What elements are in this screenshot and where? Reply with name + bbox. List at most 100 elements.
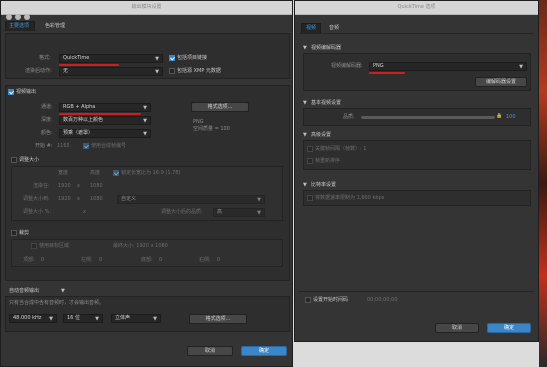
minimize-window-icon[interactable] xyxy=(15,14,21,20)
quality-value[interactable]: 100 xyxy=(506,114,516,121)
depth-select[interactable]: 数百万种以上颜色 ▼ xyxy=(59,116,151,125)
use-comp-frame-label: 使用合成帧编号 xyxy=(91,143,127,149)
qt-cancel-button[interactable]: 取消 xyxy=(435,323,479,333)
close-window-icon[interactable] xyxy=(6,14,12,20)
crop-top-label: 顶部: xyxy=(23,257,35,263)
final-size-label: 最终大小: 1920 x 1080 xyxy=(113,243,168,249)
start-frame-value: 1165 xyxy=(57,143,70,149)
annotation-underline xyxy=(369,72,405,74)
bitrate-limit-checkbox[interactable] xyxy=(307,195,313,201)
render-at-width: 1920 xyxy=(58,183,71,189)
format-select[interactable]: QuickTime ▼ xyxy=(59,54,163,63)
crop-left-value[interactable]: 0 xyxy=(99,257,102,264)
lock-ratio-checkbox[interactable] xyxy=(113,170,119,176)
quality-slider-fill xyxy=(361,116,495,119)
start-frame-label: 开始 #: xyxy=(35,143,53,149)
codec-info-name: PNG xyxy=(193,119,204,125)
audio-format-options-button[interactable]: 格式选项... xyxy=(189,314,247,324)
resize-to-height[interactable]: 1080 xyxy=(90,196,103,203)
codec-section-toggle-icon[interactable]: ▼ xyxy=(303,45,307,52)
channels-audio-select[interactable]: 立体声 ▼ xyxy=(111,314,161,323)
basic-section-toggle-icon[interactable]: ▼ xyxy=(303,100,307,107)
include-project-link-checkbox[interactable] xyxy=(169,55,175,61)
channels-select[interactable]: RGB + Alpha ▼ xyxy=(59,103,151,112)
color-label: 颜色: xyxy=(41,130,53,136)
video-output-label: 视频输出 xyxy=(16,89,37,95)
tab-video-label: 视频 xyxy=(306,25,317,31)
bitrate-limit-label: 将数据速率限制为 1,600 kbps xyxy=(315,195,385,201)
quicktime-titlebar: QuickTime 选项 xyxy=(295,1,538,15)
advanced-section-title: 高级设置 xyxy=(311,132,332,138)
dropdown-arrow-icon: ▼ xyxy=(155,56,159,62)
background-strip xyxy=(539,0,547,367)
video-output-checkbox[interactable] xyxy=(8,89,14,95)
annotation-underline xyxy=(59,113,141,115)
depth-label: 深度: xyxy=(41,117,53,123)
use-roi-checkbox[interactable] xyxy=(31,243,37,249)
codec-label: 视频编解码器: xyxy=(331,63,363,69)
resize-pct-label: 调整大小 %: xyxy=(23,209,52,215)
dropdown-arrow-icon: ▼ xyxy=(155,69,159,75)
col-height: 高度 xyxy=(90,170,101,176)
keyframe-checkbox[interactable] xyxy=(307,146,313,152)
color-select[interactable]: 预乘（遮罩） ▼ xyxy=(59,129,151,138)
times-icon: x xyxy=(77,196,80,202)
advanced-section-toggle-icon[interactable]: ▼ xyxy=(303,132,307,139)
resize-quality-select[interactable]: 高 ▼ xyxy=(213,208,265,217)
crop-top-value[interactable]: 0 xyxy=(41,257,44,264)
resize-checkbox[interactable] xyxy=(11,157,17,163)
keyframe-label: 关键帧间隔（帧数）: 1 xyxy=(315,146,367,152)
zoom-window-icon[interactable] xyxy=(24,14,30,20)
resize-quality-label: 调整大小后的品质: xyxy=(161,209,203,215)
lock-ratio-label: 锁定长宽比为 16:9 (1.78) xyxy=(121,170,181,176)
crop-checkbox[interactable] xyxy=(11,230,17,236)
resize-label: 调整大小 xyxy=(19,157,40,163)
timecode-value[interactable]: 00;00;00;00 xyxy=(367,297,398,304)
use-comp-frame-checkbox[interactable] xyxy=(83,143,89,149)
bottom-divider xyxy=(299,291,534,292)
auto-audio-dropdown-icon[interactable]: ▼ xyxy=(61,288,65,295)
window-title: QuickTime 选项 xyxy=(397,4,436,10)
dropdown-arrow-icon: ▼ xyxy=(95,316,99,322)
tab-audio[interactable]: 音频 xyxy=(329,25,339,32)
include-xmp-checkbox[interactable] xyxy=(169,68,175,74)
resize-pct-x: x xyxy=(83,209,86,215)
resize-to-width[interactable]: 1920 xyxy=(58,196,71,203)
render-at-label: 渲染在: xyxy=(33,183,50,189)
dropdown-arrow-icon: ▼ xyxy=(49,316,53,322)
post-render-label: 渲染后动作: xyxy=(25,68,52,74)
render-at-height: 1080 xyxy=(90,183,103,189)
qt-ok-button[interactable]: 确定 xyxy=(487,323,531,333)
set-start-timecode-checkbox[interactable] xyxy=(305,297,311,303)
sample-rate-select[interactable]: 48.000 kHz ▼ xyxy=(9,314,57,323)
codec-section-title: 视频编解码器 xyxy=(311,45,342,51)
codec-select[interactable]: PNG ▼ xyxy=(369,62,527,71)
bitrate-section-toggle-icon[interactable]: ▼ xyxy=(303,182,307,189)
tab-color-management[interactable]: 色彩管理 xyxy=(45,23,65,30)
output-module-titlebar: 输出模块设置 xyxy=(1,1,292,20)
codec-settings-button[interactable]: 编解码器设置 xyxy=(475,77,527,87)
include-project-link-label: 包括项目链接 xyxy=(177,55,208,61)
resize-preset-select[interactable]: 自定义 ▼ xyxy=(117,195,265,204)
bit-depth-select[interactable]: 16 位 ▼ xyxy=(63,314,103,323)
set-start-timecode-label: 设置开始时间码 xyxy=(313,297,349,303)
advanced-group xyxy=(303,140,531,170)
dropdown-arrow-icon: ▼ xyxy=(143,131,147,137)
cancel-button[interactable]: 取消 xyxy=(187,346,233,356)
format-options-button[interactable]: 格式选项... xyxy=(191,102,249,112)
dropdown-arrow-icon: ▼ xyxy=(257,197,261,203)
tab-divider xyxy=(299,33,534,34)
frame-reorder-checkbox[interactable] xyxy=(307,158,313,164)
ok-button[interactable]: 确定 xyxy=(241,346,287,356)
dropdown-arrow-icon: ▼ xyxy=(143,105,147,111)
crop-right-value[interactable]: 0 xyxy=(217,257,220,264)
window-title: 输出模块设置 xyxy=(131,4,162,10)
crop-left-label: 左侧: xyxy=(81,257,93,263)
lock-icon: 🔒 xyxy=(496,113,503,119)
dropdown-arrow-icon: ▼ xyxy=(257,210,261,216)
include-xmp-label: 包括源 XMP 元数据 xyxy=(177,68,221,74)
basic-section-title: 基本视频设置 xyxy=(311,100,342,106)
crop-bottom-value[interactable]: 0 xyxy=(159,257,162,264)
post-render-select[interactable]: 无 ▼ xyxy=(59,67,163,76)
dropdown-arrow-icon: ▼ xyxy=(153,316,157,322)
